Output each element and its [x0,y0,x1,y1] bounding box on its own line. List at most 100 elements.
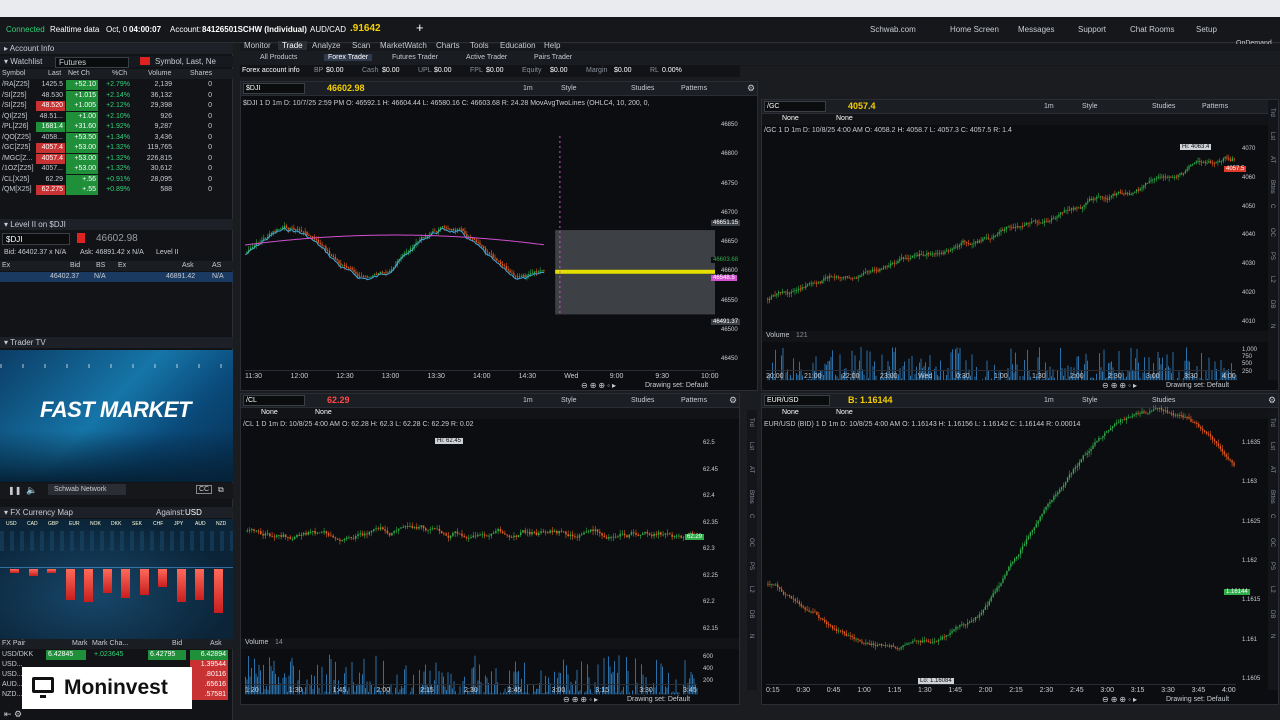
link-none[interactable]: None [782,115,799,122]
tv-channel-selector[interactable]: Schwab Network [48,484,126,495]
subtab-active-trader[interactable]: Active Trader [466,54,507,61]
watchlist-row[interactable]: /QO[Z25] 4058... +53.50 +1.34% 3,436 0 [0,132,233,143]
link-setup[interactable]: Setup [1196,25,1217,34]
toolbar-1m[interactable]: 1m [1044,397,1054,404]
fx-currency-label[interactable]: CHF [153,521,163,527]
toolbar-patterns[interactable]: Patterns [681,85,707,92]
level2-row[interactable]: 46402.37 N/A 46891.42 N/A [0,272,233,282]
fx-currency-label[interactable]: JPY [174,521,183,527]
side-tab[interactable]: PS [1269,562,1275,570]
link-none-2[interactable]: None [315,409,332,416]
l2-col-ask[interactable]: Ask [182,262,194,269]
link-none-2[interactable]: None [836,409,853,416]
fx-currency-label[interactable]: CAD [27,521,38,527]
watchlist-row[interactable]: /SI[Z25] 48.530 +1.015 +2.14% 36,132 0 [0,90,233,101]
side-tab[interactable]: L2 [1269,276,1275,283]
level2-tab[interactable]: Level II [156,249,179,256]
col-last[interactable]: Last [48,70,61,77]
chart-symbol-input[interactable]: $DJI [243,83,305,94]
subtab-all-products[interactable]: All Products [260,54,297,61]
side-tab[interactable]: Bttns [1269,180,1275,194]
side-tab[interactable]: N [748,634,754,638]
link-none-2[interactable]: None [836,115,853,122]
settings-gear-icon[interactable]: ⚙ [747,83,755,94]
toolbar-studies[interactable]: Studies [631,85,654,92]
side-tab[interactable]: L2 [748,586,754,593]
watchlist-row[interactable]: /QI[Z25] 48.51... +1.00 +2.10% 926 0 [0,111,233,122]
drawing-set-selector[interactable]: Drawing set: Default [1166,696,1229,703]
link-support[interactable]: Support [1078,25,1106,34]
toolbar-1m[interactable]: 1m [523,397,533,404]
drawing-set-selector[interactable]: Drawing set: Default [627,696,690,703]
l2-col-as[interactable]: AS [212,262,221,269]
chart-panel-cl[interactable]: /CL 62.29 1m Style Studies Patterns ⚙ None None /… [240,393,740,705]
fx-against-selector[interactable]: USD [185,508,202,517]
chart-panel-dji[interactable]: $DJI 46602.98 1m Style Studies Patterns ⚙ $DJI … [240,81,758,391]
account-info-header[interactable]: ▸ Account Info [0,43,233,54]
toolbar-studies[interactable]: Studies [1152,103,1175,110]
side-tab[interactable]: DB [748,610,754,618]
side-tab[interactable]: AT [1269,156,1275,163]
watchlist-row[interactable]: /GC[Z25] 4057.4 +53.00 +1.32% 119,765 0 [0,143,233,153]
chart-panel-gc[interactable]: /GC4057.41mStyleStudiesPatterns⚙NoneNone… [761,99,1279,391]
link-color-icon[interactable] [140,57,150,65]
side-tab[interactable]: Trd [1269,418,1275,427]
settings-gear-icon[interactable]: ⚙ [729,395,737,406]
side-tab[interactable]: Bttns [1269,490,1275,504]
subtab-futures-trader[interactable]: Futures Trader [392,54,438,61]
side-tab[interactable]: Lst [1269,442,1275,450]
col-symbol[interactable]: Symbol [2,70,25,77]
fx-currency-label[interactable]: EUR [69,521,80,527]
watchlist-row[interactable]: /CL[X25] 62.29 +.56 +0.91% 28,095 0 [0,174,233,185]
zoom-controls[interactable]: ⊖⊕⊕◦▸ [563,695,600,704]
tab-analyze[interactable]: Analyze [312,41,340,50]
chart-symbol-input[interactable]: EUR/USD [764,395,830,406]
col-volume[interactable]: Volume [148,70,171,77]
left-footer-icons[interactable]: ⇤ ⚙ [4,709,22,720]
subtab-pairs-trader[interactable]: Pairs Trader [534,54,572,61]
level2-symbol-input[interactable]: $DJI [2,233,70,245]
captions-icon[interactable]: CC [196,485,213,494]
side-tab[interactable]: OC [1269,228,1275,237]
side-tab[interactable]: DB [1269,300,1275,308]
l2-col-bid[interactable]: Bid [70,262,80,269]
watchlist-row[interactable]: /QM[X25] 62.275 +.55 +0.89% 588 0 [0,185,233,195]
drawing-set-selector[interactable]: Drawing set: Default [1166,382,1229,389]
tab-monitor[interactable]: Monitor [244,41,271,50]
side-tab[interactable]: PS [1269,252,1275,260]
toolbar-studies[interactable]: Studies [1152,397,1175,404]
link-home-screen[interactable]: Home Screen [950,25,999,34]
tab-help[interactable]: Help [544,41,560,50]
side-tab[interactable]: L2 [1269,586,1275,593]
add-icon[interactable]: + [416,20,424,35]
watchlist-row[interactable]: /SI[Z25] 48.520 +1.005 +2.12% 29,398 0 [0,101,233,111]
fx-currency-label[interactable]: SEK [132,521,142,527]
fx-currency-label[interactable]: DKK [111,521,121,527]
fx-map-header[interactable]: ▾ FX Currency Map Against: USD [0,507,233,518]
fx-row[interactable]: USD/DKK 6.42845 +.023645 6.42795 6.42894 [0,650,233,660]
subtab-forex-trader[interactable]: Forex Trader [324,54,373,61]
pause-icon[interactable]: ❚❚ [8,486,21,495]
link-messages[interactable]: Messages [1018,25,1054,34]
popout-icon[interactable]: ⧉ [218,485,224,495]
toolbar-style[interactable]: Style [1082,103,1098,110]
col-pct-ch[interactable]: %Ch [112,70,127,77]
side-tab[interactable]: N [1269,634,1275,638]
fx-currency-label[interactable]: USD [6,521,17,527]
level2-header[interactable]: ▾ Level II on $DJI [0,219,233,230]
side-tab[interactable]: AT [748,466,754,473]
column-set-label[interactable]: Symbol, Last, Ne [155,57,216,66]
side-tab[interactable]: PS [748,562,754,570]
chart-symbol-input[interactable]: /CL [243,395,305,406]
fx-currency-label[interactable]: GBP [48,521,59,527]
toolbar-style[interactable]: Style [561,397,577,404]
side-tab[interactable]: OC [748,538,754,547]
zoom-controls[interactable]: ⊖⊕⊕◦▸ [1102,381,1139,390]
toolbar-patterns[interactable]: Patterns [1202,103,1228,110]
tab-trade[interactable]: Trade [278,41,307,50]
volume-icon[interactable]: 🔈 [26,485,37,496]
col-shares[interactable]: Shares [190,70,212,77]
side-tab[interactable]: C [1269,514,1275,518]
side-tab[interactable]: DB [1269,610,1275,618]
link-none[interactable]: None [782,409,799,416]
